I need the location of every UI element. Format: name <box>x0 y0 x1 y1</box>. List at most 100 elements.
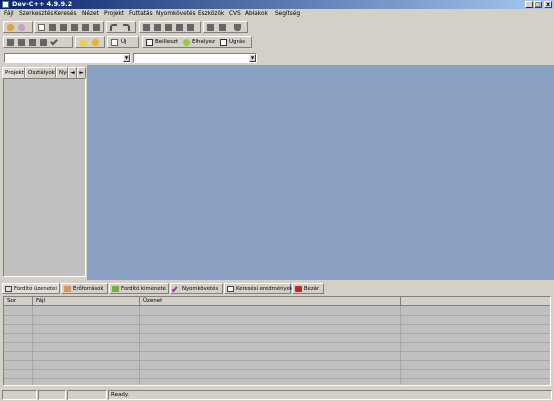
tab-scroll-left-icon[interactable]: ◄ <box>68 67 77 78</box>
close-icon <box>295 286 302 292</box>
tab-debug-output[interactable]: Nyomkövetés <box>170 283 223 294</box>
tip-icon[interactable] <box>80 39 87 46</box>
add-to-project-icon[interactable] <box>207 24 214 31</box>
tab-find-results[interactable]: Keresési eredmények <box>224 283 293 294</box>
toolbar-undo <box>106 21 136 33</box>
menu-debug[interactable]: Nyomkövetés <box>156 9 196 19</box>
menu-window[interactable]: Ablakok <box>245 9 268 19</box>
toolbar-project <box>203 21 248 33</box>
tab-project[interactable]: Projekt <box>2 67 25 78</box>
row-divider <box>4 369 550 370</box>
member-combo[interactable]: ▼ <box>133 53 257 63</box>
menu-help[interactable]: Segítség <box>275 9 300 19</box>
class-combo[interactable]: ▼ <box>4 53 131 63</box>
find-icon[interactable] <box>143 24 150 31</box>
remove-from-project-icon[interactable] <box>219 24 226 31</box>
project-tree[interactable] <box>3 78 86 277</box>
column-divider <box>139 306 140 385</box>
run-icon[interactable] <box>18 39 25 46</box>
menu-run[interactable]: Futtatás <box>129 9 153 19</box>
tab-find-results-label: Keresési eredmények <box>236 286 293 292</box>
editor-area[interactable] <box>87 65 554 280</box>
title-bar: Dev-C++ 4.9.9.2 _ □ x <box>0 0 554 9</box>
menu-cvs[interactable]: CVS <box>229 9 241 19</box>
chevron-down-icon[interactable]: ▼ <box>249 54 256 62</box>
save-icon[interactable] <box>60 24 67 31</box>
log-icon <box>112 286 119 292</box>
tab-resources-label: Erőforrások <box>73 286 104 292</box>
open-project-icon[interactable] <box>7 24 14 31</box>
compile-grid-icon[interactable] <box>7 39 14 46</box>
row-divider <box>4 315 550 316</box>
print-icon[interactable] <box>93 24 100 31</box>
row-divider <box>4 351 550 352</box>
menu-view[interactable]: Nézet <box>82 9 99 19</box>
menu-project[interactable]: Projekt <box>104 9 124 19</box>
tab-classes[interactable]: Osztályok <box>25 67 56 78</box>
about-icon[interactable] <box>92 39 99 46</box>
check-icon <box>171 285 178 293</box>
row-divider <box>4 378 550 379</box>
messages-table[interactable]: Sor Fájl Üzenet <box>3 296 551 386</box>
toolbar-bookmarks: Beilleszt Elhelyez Ugrás <box>142 36 252 48</box>
tab-close[interactable]: Bezár <box>292 283 324 294</box>
tab-compile-log-label: Fordító kimenete <box>121 286 166 292</box>
new-button[interactable]: Új <box>121 38 127 47</box>
status-panel-mode <box>38 390 66 400</box>
tab-scroll-right-icon[interactable]: ► <box>77 67 86 78</box>
close-button[interactable]: x <box>544 1 552 8</box>
find-next-icon[interactable] <box>165 24 172 31</box>
status-text: Ready. <box>108 390 552 400</box>
save-all-icon[interactable] <box>71 24 78 31</box>
toolbar-main <box>3 21 33 33</box>
tab-debug-output-label: Nyomkövetés <box>182 286 219 292</box>
goto-line-icon[interactable] <box>176 24 183 31</box>
project-options-icon[interactable] <box>234 24 241 31</box>
redo-icon[interactable] <box>123 24 130 31</box>
open-file-icon[interactable] <box>49 24 56 31</box>
toolbar-class: Új <box>107 36 139 48</box>
new-class-icon[interactable] <box>111 39 118 46</box>
insert-icon <box>146 39 153 46</box>
menu-search[interactable]: Keresés <box>54 9 77 19</box>
check-icon[interactable] <box>50 37 58 46</box>
menu-edit[interactable]: Szerkesztés <box>19 9 53 19</box>
row-divider <box>4 333 550 334</box>
column-header-line[interactable]: Sor <box>4 297 33 306</box>
tab-compiler-label: Fordító üzenetei <box>14 286 57 292</box>
tab-compile-log[interactable]: Fordító kimenete <box>109 283 169 294</box>
compile-icon[interactable] <box>18 24 25 31</box>
maximize-button[interactable]: □ <box>534 1 542 8</box>
minimize-button[interactable]: _ <box>525 1 533 8</box>
status-panel-position <box>2 390 37 400</box>
app-icon <box>2 1 9 8</box>
toggle-bookmark-icon <box>183 39 190 46</box>
tab-compiler[interactable]: Fordító üzenetei <box>2 283 60 294</box>
goto-icon <box>220 39 227 46</box>
row-divider <box>4 360 550 361</box>
chevron-down-icon[interactable]: ▼ <box>123 54 130 62</box>
column-header-extra[interactable] <box>401 297 550 306</box>
close-file-icon[interactable] <box>82 24 89 31</box>
column-header-file[interactable]: Fájl <box>33 297 140 306</box>
insert-button[interactable]: Beilleszt <box>155 38 178 47</box>
menu-bar: Fájl Szerkesztés Keresés Nézet Projekt F… <box>0 9 554 19</box>
compile-run-icon[interactable] <box>29 39 36 46</box>
window-title: Dev-C++ 4.9.9.2 <box>12 0 73 8</box>
toggle-bookmark-button[interactable]: Elhelyez <box>192 38 215 47</box>
new-file-icon[interactable] <box>38 24 45 31</box>
menu-tools[interactable]: Eszközök <box>198 9 224 19</box>
column-header-message[interactable]: Üzenet <box>140 297 401 306</box>
toolbar-compile <box>3 36 73 48</box>
status-bar: Ready. <box>0 389 554 401</box>
undo-icon[interactable] <box>110 24 117 31</box>
find-results-icon <box>227 286 234 292</box>
replace-icon[interactable] <box>154 24 161 31</box>
goto-bookmark-button[interactable]: Ugrás <box>229 38 245 47</box>
tab-debug[interactable]: Nyo <box>56 67 68 78</box>
tab-resources[interactable]: Erőforrások <box>61 283 108 294</box>
search-files-icon[interactable] <box>187 24 194 31</box>
menu-file[interactable]: Fájl <box>4 9 14 19</box>
toolbar-help <box>75 36 105 48</box>
rebuild-icon[interactable] <box>40 39 47 46</box>
